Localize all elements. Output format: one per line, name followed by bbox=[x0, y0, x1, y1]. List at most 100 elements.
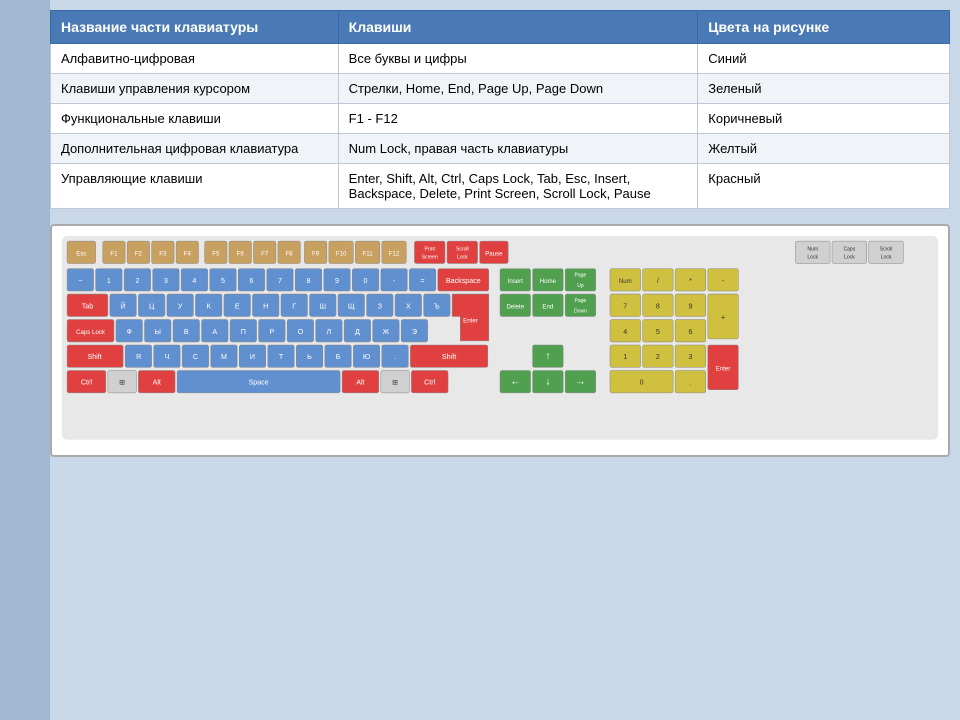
svg-text:Caps: Caps bbox=[843, 246, 855, 252]
svg-text:8: 8 bbox=[307, 277, 311, 285]
svg-text:6: 6 bbox=[249, 277, 253, 285]
svg-text:=: = bbox=[421, 277, 425, 285]
svg-text:Ctrl: Ctrl bbox=[424, 379, 435, 387]
svg-text:F3: F3 bbox=[159, 250, 167, 257]
svg-text:9: 9 bbox=[688, 302, 692, 310]
svg-text:Caps Lock: Caps Lock bbox=[76, 329, 106, 336]
svg-text:F11: F11 bbox=[363, 250, 374, 257]
svg-text:8: 8 bbox=[656, 302, 660, 310]
svg-text:Щ: Щ bbox=[348, 302, 355, 310]
svg-text:Ц: Ц bbox=[149, 302, 155, 310]
svg-text:Lock: Lock bbox=[881, 254, 892, 260]
svg-text:Page: Page bbox=[575, 273, 587, 279]
svg-text:←: ← bbox=[510, 377, 520, 388]
svg-text:Lock: Lock bbox=[844, 254, 855, 260]
svg-text:Д: Д bbox=[355, 328, 360, 336]
table-row: Алфавитно-цифроваяВсе буквы и цифрыСиний bbox=[51, 44, 950, 74]
keyboard-svg: Esc F1 F2 F3 F4 F5 F6 F7 F8 F9 F10 F11 bbox=[62, 236, 938, 440]
svg-text:Lock: Lock bbox=[457, 254, 468, 260]
svg-text:Н: Н bbox=[263, 302, 268, 310]
svg-text:Home: Home bbox=[540, 278, 557, 285]
cell-color: Синий bbox=[698, 44, 950, 74]
cell-keys: Enter, Shift, Alt, Ctrl, Caps Lock, Tab,… bbox=[338, 164, 698, 209]
svg-text:~: ~ bbox=[78, 277, 82, 285]
table-row: Управляющие клавишиEnter, Shift, Alt, Ct… bbox=[51, 164, 950, 209]
svg-text:.: . bbox=[394, 353, 396, 361]
svg-text:5: 5 bbox=[221, 277, 225, 285]
svg-text:↓: ↓ bbox=[545, 377, 550, 388]
svg-text:Х: Х bbox=[406, 302, 411, 310]
svg-text:Insert: Insert bbox=[508, 278, 524, 285]
svg-text:6: 6 bbox=[688, 328, 692, 336]
svg-text:F12: F12 bbox=[389, 250, 400, 257]
svg-text:Shift: Shift bbox=[87, 353, 101, 361]
svg-text:П: П bbox=[241, 328, 246, 336]
svg-text:И: И bbox=[250, 353, 255, 361]
svg-text:↑: ↑ bbox=[545, 351, 550, 362]
svg-text:Num: Num bbox=[807, 246, 818, 252]
svg-text:F1: F1 bbox=[110, 250, 118, 257]
svg-text:F8: F8 bbox=[286, 250, 294, 257]
svg-text:0: 0 bbox=[640, 379, 644, 387]
svg-text:Alt: Alt bbox=[153, 379, 161, 387]
cell-part: Алфавитно-цифровая bbox=[51, 44, 339, 74]
svg-text:5: 5 bbox=[656, 328, 660, 336]
table-row: Клавиши управления курсоромСтрелки, Home… bbox=[51, 74, 950, 104]
svg-text:F7: F7 bbox=[261, 250, 269, 257]
svg-text:2: 2 bbox=[135, 277, 139, 285]
svg-text:Я: Я bbox=[136, 353, 141, 361]
bg-strip bbox=[0, 0, 50, 720]
svg-text:F6: F6 bbox=[237, 250, 245, 257]
svg-text:7: 7 bbox=[623, 302, 627, 310]
svg-text:Й: Й bbox=[121, 301, 126, 310]
svg-text:Ф: Ф bbox=[127, 328, 132, 336]
svg-text:Г: Г bbox=[292, 302, 296, 310]
svg-text:3: 3 bbox=[164, 277, 168, 285]
svg-text:Backspace: Backspace bbox=[446, 277, 481, 285]
cell-keys: Стрелки, Home, End, Page Up, Page Down bbox=[338, 74, 698, 104]
cell-part: Функциональные клавиши bbox=[51, 104, 339, 134]
svg-text:Page: Page bbox=[575, 298, 587, 304]
svg-text:М: М bbox=[221, 353, 227, 361]
svg-text:У: У bbox=[178, 302, 183, 310]
svg-text:А: А bbox=[212, 328, 217, 336]
svg-text:Scroll: Scroll bbox=[456, 246, 469, 252]
svg-text:Num: Num bbox=[619, 278, 632, 285]
svg-text:Enter: Enter bbox=[716, 365, 731, 372]
cell-color: Зеленый bbox=[698, 74, 950, 104]
svg-text:4: 4 bbox=[623, 328, 627, 336]
cell-part: Клавиши управления курсором bbox=[51, 74, 339, 104]
svg-text:Scroll: Scroll bbox=[880, 246, 893, 252]
header-part: Название части клавиатуры bbox=[51, 11, 339, 44]
keyboard-diagram: Esc F1 F2 F3 F4 F5 F6 F7 F8 F9 F10 F11 bbox=[50, 224, 950, 457]
svg-text:→: → bbox=[575, 377, 585, 388]
svg-text:Л: Л bbox=[327, 328, 332, 336]
svg-text:4: 4 bbox=[192, 277, 196, 285]
svg-text:Lock: Lock bbox=[807, 254, 818, 260]
header-keys: Клавиши bbox=[338, 11, 698, 44]
svg-text:С: С bbox=[193, 353, 198, 361]
svg-text:F5: F5 bbox=[212, 250, 220, 257]
cell-keys: F1 - F12 bbox=[338, 104, 698, 134]
svg-text:End: End bbox=[542, 303, 553, 310]
svg-text:Ч: Ч bbox=[165, 353, 170, 361]
table-row: Дополнительная цифровая клавиатураNum Lo… bbox=[51, 134, 950, 164]
svg-text:Esc: Esc bbox=[76, 250, 86, 257]
svg-text:+: + bbox=[721, 314, 725, 322]
svg-text:Screen: Screen bbox=[422, 254, 438, 260]
svg-text:Ы: Ы bbox=[155, 328, 161, 336]
svg-text:О: О bbox=[298, 328, 304, 336]
svg-text:Э: Э bbox=[412, 328, 417, 336]
cell-color: Коричневый bbox=[698, 104, 950, 134]
svg-text:Enter: Enter bbox=[463, 318, 478, 325]
svg-text:Е: Е bbox=[235, 302, 240, 310]
svg-text:.: . bbox=[689, 379, 691, 387]
svg-text:Shift: Shift bbox=[442, 353, 456, 361]
cell-part: Дополнительная цифровая клавиатура bbox=[51, 134, 339, 164]
cell-color: Красный bbox=[698, 164, 950, 209]
cell-keys: Num Lock, правая часть клавиатуры bbox=[338, 134, 698, 164]
svg-text:В: В bbox=[184, 328, 189, 336]
svg-text:0: 0 bbox=[364, 277, 368, 285]
svg-text:З: З bbox=[378, 302, 382, 310]
svg-text:Ш: Ш bbox=[319, 302, 326, 310]
